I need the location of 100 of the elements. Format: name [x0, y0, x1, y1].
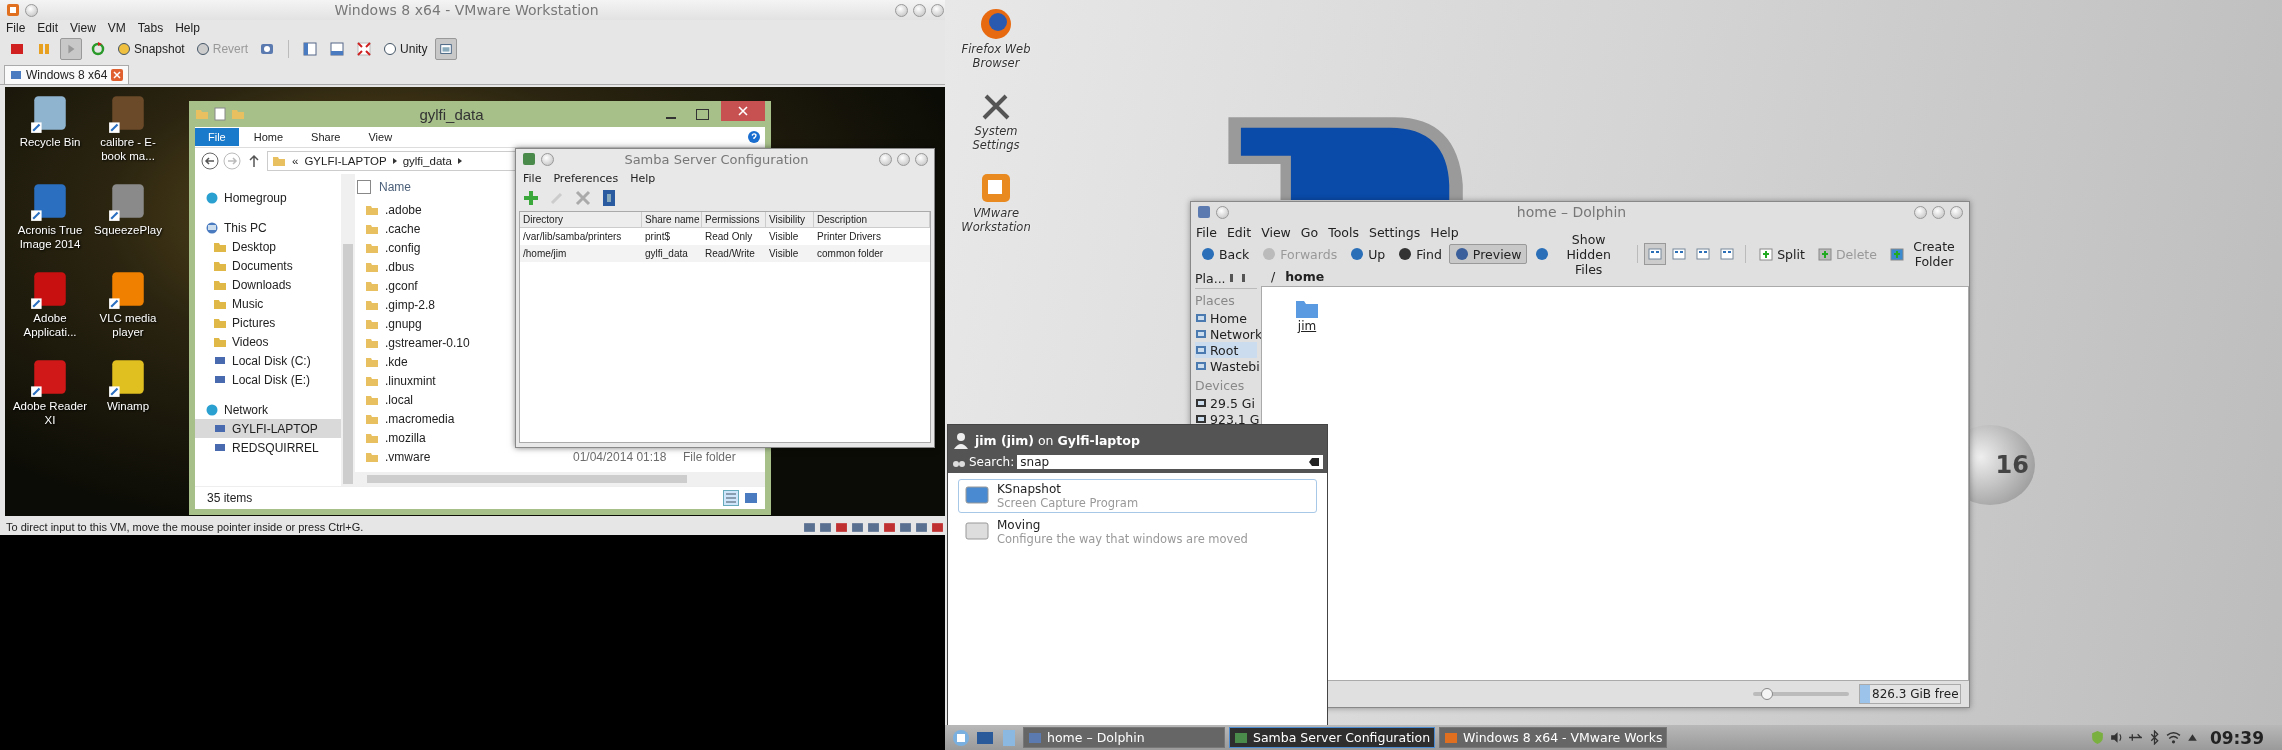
file-name[interactable]: .vmware [385, 449, 431, 464]
nav-item[interactable]: Desktop [195, 237, 341, 256]
toolbar-button[interactable]: Unity [380, 40, 431, 58]
icon-label[interactable]: Winamp [90, 399, 166, 413]
file-name[interactable]: .cache [385, 221, 421, 236]
pin-button[interactable] [1216, 205, 1229, 219]
column-header[interactable]: Description [814, 212, 930, 227]
close-icon[interactable] [738, 106, 748, 116]
nav-item[interactable]: Music [195, 294, 341, 313]
menu-item[interactable]: Tabs [131, 21, 170, 35]
places-item[interactable]: 29.5 Gi [1195, 395, 1257, 411]
places-item[interactable]: Root [1195, 342, 1257, 358]
nav-item[interactable]: Local Disk (C:) [195, 351, 341, 370]
menu-item[interactable]: Go [1295, 224, 1324, 240]
toolbar-button[interactable]: Preview [1448, 244, 1527, 264]
task-button[interactable]: Windows 8 x64 - VMware Works [1439, 727, 1668, 748]
close-button[interactable] [931, 3, 944, 17]
places-item[interactable]: Wastebi [1195, 358, 1257, 374]
icon-label[interactable]: Adobe Reader XI [12, 399, 88, 427]
pin-button[interactable] [541, 152, 554, 166]
nav-item[interactable]: Downloads [195, 275, 341, 294]
maximize-button[interactable] [696, 108, 709, 120]
close-button[interactable] [1950, 205, 1963, 219]
menu-item[interactable]: View [1256, 224, 1296, 240]
icon-label[interactable]: Firefox Web Browser [953, 42, 1039, 70]
column-header[interactable]: Share name [642, 212, 702, 227]
column-header[interactable]: Permissions [702, 212, 766, 227]
device-icon[interactable] [931, 520, 944, 534]
toolbar-button[interactable]: Split [1753, 244, 1810, 264]
nav-item[interactable]: Videos [195, 332, 341, 351]
nav-item[interactable]: GYLFI-LAPTOP [195, 419, 341, 438]
toolbar-button[interactable]: Back [1195, 244, 1255, 264]
column-header[interactable]: Visibility [766, 212, 814, 227]
details-view-icon[interactable] [723, 490, 739, 506]
file-name[interactable]: .adobe [385, 202, 422, 217]
properties-icon[interactable] [213, 107, 227, 121]
ribbon-tab[interactable]: View [355, 128, 406, 146]
file-name[interactable]: .local [385, 392, 413, 407]
file-name[interactable]: .config [385, 240, 421, 255]
search-field[interactable]: snap [1017, 455, 1323, 469]
file-name[interactable]: .dbus [385, 259, 415, 274]
slider-thumb[interactable] [1761, 688, 1774, 700]
pin-button[interactable] [25, 3, 38, 17]
close-button[interactable] [721, 101, 765, 121]
nav-item[interactable]: Pictures [195, 313, 341, 332]
menu-item[interactable]: File [0, 21, 32, 35]
address-bar[interactable]: « GYLFI-LAPTOP gylfi_data [267, 151, 517, 171]
clear-icon[interactable] [1308, 456, 1320, 468]
places-item[interactable]: 923.1 G [1195, 411, 1257, 427]
device-icon[interactable] [835, 520, 848, 534]
file-name[interactable]: .macromedia [385, 411, 455, 426]
icon-label[interactable]: calibre - E-book ma... [90, 135, 166, 163]
icon-label[interactable]: System Settings [953, 124, 1039, 152]
toolbar-button[interactable]: Up [1344, 244, 1391, 264]
task-button[interactable]: home – Dolphin [1023, 727, 1225, 748]
menu-item[interactable]: Edit [31, 21, 65, 35]
menu-item[interactable]: View [64, 21, 102, 35]
breadcrumb-item[interactable]: / [1271, 268, 1276, 284]
view-mode-button[interactable] [1644, 243, 1667, 265]
icon-label[interactable]: Acronis True Image 2014 [12, 223, 88, 251]
menu-item[interactable]: VM [101, 21, 132, 35]
help-icon[interactable] [747, 130, 761, 144]
nav-item[interactable]: Homegroup [195, 188, 341, 207]
menu-item[interactable]: Settings [1363, 224, 1426, 240]
breadcrumb-item[interactable]: home [1285, 268, 1325, 284]
checkbox[interactable] [357, 180, 371, 194]
close-button[interactable] [915, 152, 928, 166]
nav-item[interactable]: Local Disk (E:) [195, 370, 341, 389]
file-name[interactable]: .mozilla [385, 430, 426, 445]
ribbon-tab[interactable]: File [195, 128, 239, 146]
scrollbar[interactable] [341, 174, 355, 486]
device-icon[interactable] [851, 520, 864, 534]
menu-item[interactable]: Help [1425, 224, 1464, 240]
ribbon-tab[interactable]: Home [240, 128, 297, 146]
menu-item[interactable]: File [517, 171, 548, 185]
icon-label[interactable]: SqueezePlay [90, 223, 166, 237]
console-view-icon[interactable] [435, 38, 458, 60]
ribbon-tab[interactable]: Share [298, 128, 354, 146]
thumbnail-view-icon[interactable] [743, 490, 759, 506]
icon-label[interactable]: VMware Workstation [953, 206, 1039, 234]
places-item[interactable]: Home [1195, 310, 1257, 326]
toolbar-button[interactable]: Create Folder [1883, 237, 1965, 271]
nav-item[interactable]: REDSQUIRREL [195, 438, 341, 457]
device-icon[interactable] [883, 520, 896, 534]
task-button[interactable]: Samba Server Configuration [1229, 727, 1436, 748]
file-name[interactable]: .gimp-2.8 [385, 297, 436, 312]
volume-icon[interactable] [2108, 730, 2124, 745]
icon-label[interactable]: Adobe Applicati... [12, 311, 88, 339]
device-icon[interactable] [899, 520, 912, 534]
nav-item[interactable]: Network [195, 400, 341, 419]
result-item[interactable]: KSnapshot Screen Capture Program [958, 479, 1317, 513]
nav-item[interactable]: Documents [195, 256, 341, 275]
menu-item[interactable]: Preferences [547, 171, 625, 185]
close-icon[interactable] [111, 69, 124, 81]
file-name[interactable]: .gconf [385, 278, 418, 293]
toolbar-button[interactable]: Snapshot [114, 40, 188, 58]
device-icon[interactable] [915, 520, 928, 534]
file-name[interactable]: .gstreamer-0.10 [385, 335, 470, 350]
help-icon[interactable] [600, 189, 618, 207]
result-item[interactable]: Moving Configure the way that windows are moved [958, 515, 1317, 549]
